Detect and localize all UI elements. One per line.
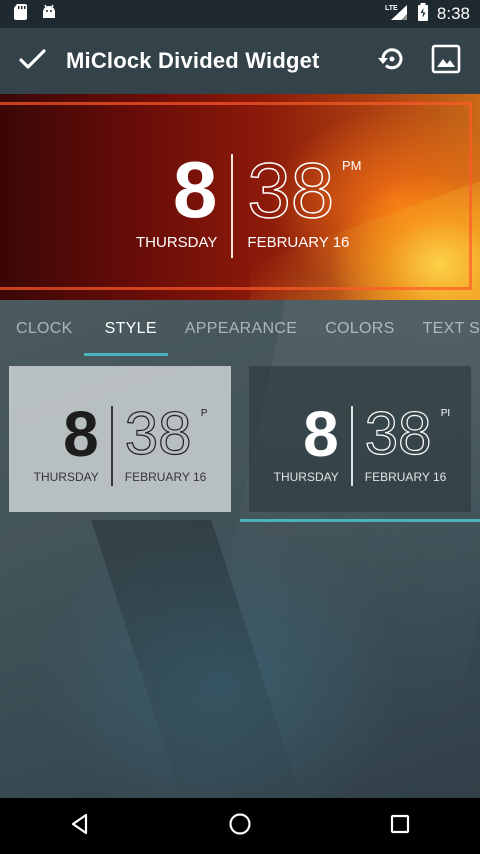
style-card-hour-column: 8 THURSDAY <box>34 402 99 486</box>
tab-clock[interactable]: CLOCK <box>0 320 87 338</box>
back-icon <box>68 812 92 841</box>
style-card-minute-column: 38 FEBRUARY 16 P <box>124 400 208 486</box>
tab-style[interactable]: STYLE <box>87 320 171 338</box>
style-card-light[interactable]: 8 THURSDAY 38 FEBRUARY 16 P <box>9 366 231 512</box>
preview-divider <box>231 154 234 258</box>
network-type-label: LTE <box>385 5 398 12</box>
style-card-clock: 8 THURSDAY 38 FEBRUARY 16 PI <box>249 400 471 486</box>
restore-button[interactable] <box>362 33 418 89</box>
preview-hour: 8 <box>172 145 218 234</box>
preview-ampm: PM <box>342 158 362 173</box>
style-card-day: THURSDAY <box>273 470 339 484</box>
recents-button[interactable] <box>370 798 430 854</box>
preview-date: FEBRUARY 16 <box>247 234 350 251</box>
style-card-clock: 8 THURSDAY 38 FEBRUARY 16 P <box>9 400 231 486</box>
style-card-hour-column: 8 THURSDAY <box>274 402 339 486</box>
preview-minute: 38 <box>247 146 335 234</box>
tab-indicator <box>84 353 168 356</box>
style-card-date: FEBRUARY 16 <box>364 470 447 484</box>
battery-icon <box>417 2 429 26</box>
notification-icons <box>12 3 58 26</box>
signal-icon: LTE <box>385 3 409 26</box>
style-card-day: THURSDAY <box>33 470 99 484</box>
style-card-dark[interactable]: 8 THURSDAY 38 FEBRUARY 16 PI <box>249 366 471 512</box>
sd-card-icon <box>12 3 30 26</box>
preview-clock: 8 THURSDAY 38 FEBRUARY 16 PM <box>136 146 362 258</box>
style-card-hour: 8 <box>63 398 99 470</box>
selected-style-indicator <box>240 519 480 522</box>
screen: LTE 8:38 MiClock Divided Widget 8 THURSD… <box>0 0 480 854</box>
preview-minute-column: 38 FEBRUARY 16 <box>247 146 350 258</box>
preview-day: THURSDAY <box>136 234 218 251</box>
home-icon <box>227 811 253 842</box>
image-icon <box>430 43 462 80</box>
system-icons: LTE 8:38 <box>385 2 470 26</box>
app-title: MiClock Divided Widget <box>66 48 320 73</box>
preview-hour-column: 8 THURSDAY <box>136 150 217 258</box>
style-card-date: FEBRUARY 16 <box>124 470 207 484</box>
back-button[interactable] <box>50 798 110 854</box>
status-bar: LTE 8:38 <box>0 0 480 28</box>
settings-tabs: CLOCK STYLE APPEARANCE COLORS TEXT STYLE <box>0 300 480 358</box>
check-icon <box>17 44 47 79</box>
wallpaper-button[interactable] <box>418 33 474 89</box>
style-card-divider <box>110 406 113 486</box>
style-card-ampm: PI <box>440 408 451 419</box>
tab-colors[interactable]: COLORS <box>311 320 408 338</box>
style-card-divider <box>350 406 353 486</box>
style-card-minute-column: 38 FEBRUARY 16 PI <box>364 400 451 486</box>
tab-text-style[interactable]: TEXT STYLE <box>409 320 480 338</box>
home-button[interactable] <box>210 798 270 854</box>
style-card-minute: 38 <box>364 400 432 467</box>
confirm-button[interactable] <box>4 33 60 89</box>
style-card-minute: 38 <box>124 400 192 467</box>
app-bar: MiClock Divided Widget <box>0 28 480 94</box>
style-card-ampm: P <box>200 408 208 419</box>
recents-icon <box>389 813 411 840</box>
tab-appearance[interactable]: APPEARANCE <box>171 320 311 338</box>
navigation-bar <box>0 798 480 854</box>
style-card-hour: 8 <box>303 398 339 470</box>
restore-icon <box>373 42 407 81</box>
android-icon <box>40 3 58 26</box>
status-time: 8:38 <box>436 4 470 23</box>
